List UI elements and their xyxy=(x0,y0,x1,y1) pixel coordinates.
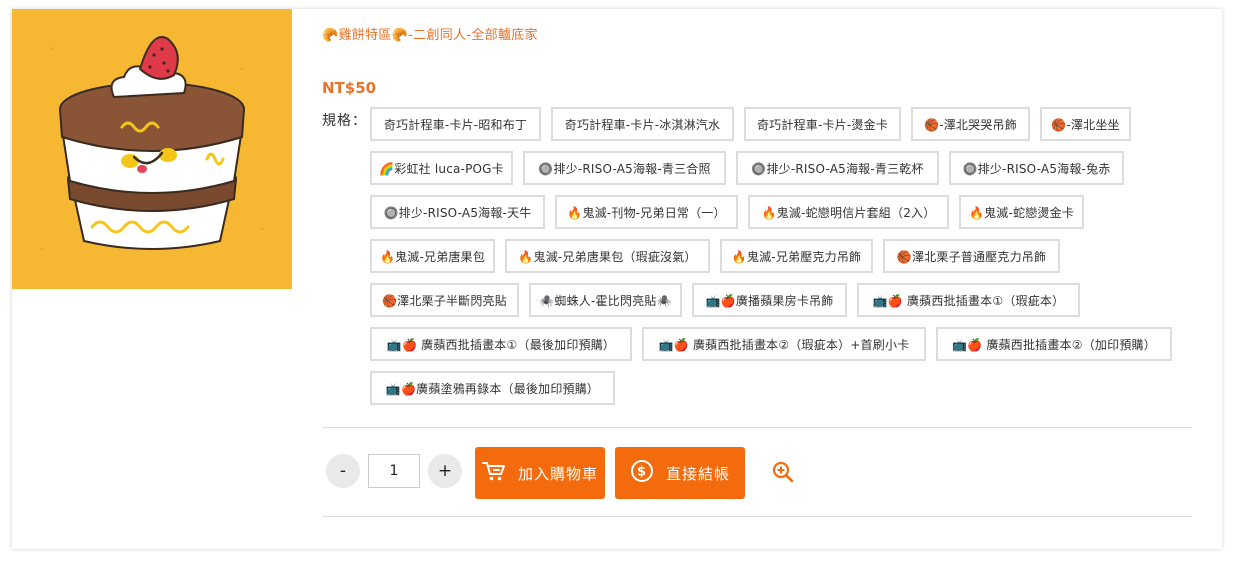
svg-text:$: $ xyxy=(637,465,647,480)
quantity-plus-button[interactable]: + xyxy=(428,454,462,488)
option-button[interactable]: 🔥鬼滅-蛇戀明信片套組（2入） xyxy=(748,195,949,229)
option-button[interactable]: 📺🍎 廣蘋西批插畫本①（最後加印預購） xyxy=(370,327,632,361)
divider xyxy=(322,516,1192,517)
option-button[interactable]: 🔘排少-RISO-A5海報-天牛 xyxy=(370,195,545,229)
option-button[interactable]: 🔥鬼滅-刊物-兄弟日常（一） xyxy=(555,195,738,229)
option-button[interactable]: 📺🍎廣播蘋果房卡吊飾 xyxy=(692,283,847,317)
option-button[interactable]: 📺🍎廣蘋塗鴉再錄本（最後加印預購） xyxy=(370,371,615,405)
option-button[interactable]: 🔘排少-RISO-A5海報-青三乾杯 xyxy=(736,151,939,185)
quantity-minus-button[interactable]: - xyxy=(326,454,360,488)
checkout-button[interactable]: $ 直接結帳 xyxy=(615,447,745,499)
quantity-input[interactable] xyxy=(368,454,420,488)
option-button[interactable]: 🔥鬼滅-兄弟壓克力吊飾 xyxy=(720,239,873,273)
option-button[interactable]: 🔘排少-RISO-A5海報-青三合照 xyxy=(523,151,726,185)
option-button[interactable]: 奇巧計程車-卡片-冰淇淋汽水 xyxy=(551,107,734,141)
option-button[interactable]: 🏀澤北栗子半斷閃亮貼 xyxy=(370,283,519,317)
option-button[interactable]: 奇巧計程車-卡片-昭和布丁 xyxy=(370,107,541,141)
product-title: 🥐雞餅特區🥐-二創同人-全部轤底家 xyxy=(322,28,538,43)
zoom-in-icon[interactable] xyxy=(772,461,794,483)
product-card: 🥐雞餅特區🥐-二創同人-全部轤底家 NT$50 規格： 奇巧計程車-卡片-昭和布… xyxy=(12,9,1222,549)
option-button[interactable]: 🏀-澤北坐坐 xyxy=(1040,107,1131,141)
option-button[interactable]: 🔥鬼滅-兄弟唐果包 xyxy=(370,239,495,273)
cart-icon xyxy=(481,460,506,486)
option-button[interactable]: 🔥鬼滅-蛇戀燙金卡 xyxy=(959,195,1084,229)
add-to-cart-label: 加入購物車 xyxy=(517,464,598,483)
product-image[interactable] xyxy=(12,9,292,289)
option-button[interactable]: 🏀-澤北哭哭吊飾 xyxy=(911,107,1030,141)
option-button[interactable]: 📺🍎 廣蘋西批插畫本②（加印預購） xyxy=(936,327,1172,361)
add-to-cart-button[interactable]: 加入購物車 xyxy=(475,447,605,499)
option-button[interactable]: 📺🍎 廣蘋西批插畫本②（瑕疵本）+首刷小卡 xyxy=(642,327,926,361)
dollar-coin-icon: $ xyxy=(630,459,654,487)
option-button[interactable]: 奇巧計程車-卡片-燙金卡 xyxy=(744,107,901,141)
option-button[interactable]: 🕷️蜘蛛人-霍比閃亮貼🕷️ xyxy=(529,283,682,317)
checkout-label: 直接結帳 xyxy=(665,464,730,483)
divider xyxy=(322,427,1192,428)
option-button[interactable]: 🔘排少-RISO-A5海報-兔赤 xyxy=(949,151,1124,185)
spec-label: 規格： xyxy=(322,113,367,129)
option-button[interactable]: 📺🍎 廣蘋西批插畫本①（瑕疵本） xyxy=(857,283,1080,317)
option-button[interactable]: 🔥鬼滅-兄弟唐果包（瑕疵沒氣） xyxy=(505,239,710,273)
product-price: NT$50 xyxy=(322,79,377,97)
option-button[interactable]: 🌈彩虹社 luca-POG卡 xyxy=(370,151,513,185)
option-button[interactable]: 🏀澤北栗子普通壓克力吊飾 xyxy=(883,239,1060,273)
